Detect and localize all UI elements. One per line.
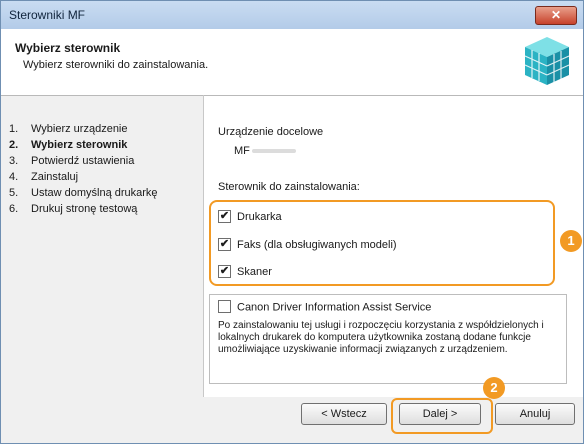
step-item: 6. Drukuj stronę testową: [9, 203, 138, 215]
drivers-label: Sterownik do zainstalowania:: [218, 181, 360, 193]
installer-window: Sterowniki MF ✕ Wybierz sterownik Wybier…: [0, 0, 584, 444]
target-device-value: MF: [234, 145, 296, 157]
close-button[interactable]: ✕: [535, 6, 577, 25]
next-button[interactable]: Dalej >: [399, 403, 481, 425]
page-title: Wybierz sterownik: [15, 41, 121, 55]
assist-service-checkbox[interactable]: Canon Driver Information Assist Service: [218, 300, 431, 314]
window-title: Sterowniki MF: [9, 8, 86, 22]
driver-checkbox-fax[interactable]: ✔ Faks (dla obsługiwanych modeli): [218, 237, 397, 253]
assist-service-box: Canon Driver Information Assist Service …: [209, 294, 567, 384]
driver-checkbox-printer[interactable]: ✔ Drukarka: [218, 209, 282, 225]
step-item: 5. Ustaw domyślną drukarkę: [9, 187, 158, 199]
step-item-current: 2. Wybierz sterownik: [9, 139, 128, 151]
callout-badge-1: 1: [560, 230, 582, 252]
driver-selection-panel: Urządzenie docelowe MF Sterownik do zain…: [204, 96, 583, 397]
cancel-button[interactable]: Anuluj: [495, 403, 575, 425]
checkbox-checked[interactable]: ✔: [218, 237, 231, 251]
checkbox-checked[interactable]: ✔: [218, 264, 231, 278]
redacted-model-name: [251, 149, 296, 154]
callout-badge-2: 2: [483, 377, 505, 399]
back-button[interactable]: < Wstecz: [301, 403, 387, 425]
wizard-header: Wybierz sterownik Wybierz sterowniki do …: [1, 29, 583, 96]
title-bar[interactable]: Sterowniki MF ✕: [1, 1, 583, 29]
checkbox-checked[interactable]: ✔: [218, 209, 231, 223]
driver-package-cube-icon: [524, 37, 570, 85]
assist-service-description: Po zainstalowaniu tej usługi i rozpoczęc…: [218, 320, 544, 355]
step-item: 4. Zainstaluj: [9, 171, 79, 183]
target-device-label: Urządzenie docelowe: [218, 126, 324, 138]
wizard-steps: 1. Wybierz urządzenie 2. Wybierz sterownik…: [9, 121, 199, 217]
step-item: 1. Wybierz urządzenie: [9, 123, 128, 135]
driver-checkbox-scanner[interactable]: ✔ Skaner: [218, 264, 272, 280]
page-subtitle: Wybierz sterowniki do zainstalowania.: [23, 59, 209, 71]
checkbox-unchecked[interactable]: [218, 300, 231, 313]
step-item: 3. Potwierdź ustawienia: [9, 155, 135, 167]
